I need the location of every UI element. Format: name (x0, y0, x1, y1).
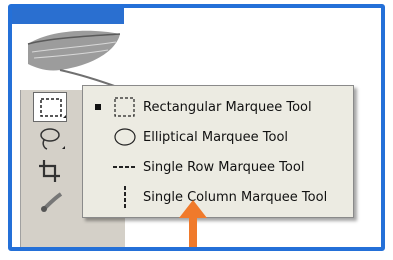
menu-item-label: Elliptical Marquee Tool (143, 129, 289, 145)
elliptical-marquee-icon (111, 125, 139, 149)
single-column-marquee-icon (111, 185, 139, 209)
menu-item-label: Rectangular Marquee Tool (143, 99, 312, 115)
lasso-tool-icon (40, 128, 65, 150)
feather-icon (27, 30, 121, 89)
menu-item-single-row-marquee[interactable]: Single Row Marquee Tool (83, 152, 353, 182)
active-tool-bullet (95, 104, 101, 110)
pointer-arrow-icon (179, 200, 207, 247)
marquee-tool-button[interactable] (33, 92, 67, 122)
tools-panel-edge (12, 24, 20, 247)
menu-item-single-column-marquee[interactable]: Single Column Marquee Tool (83, 182, 353, 212)
menu-item-rectangular-marquee[interactable]: Rectangular Marquee Tool (83, 92, 353, 122)
marquee-tool-icon (40, 98, 66, 118)
feather-logo (20, 24, 124, 90)
brush-tool-button[interactable] (33, 188, 67, 218)
lasso-tool-button[interactable] (33, 124, 67, 154)
menu-item-label: Single Row Marquee Tool (143, 159, 305, 175)
tools-panel-header (12, 8, 124, 24)
rectangular-marquee-icon (111, 95, 139, 119)
marquee-flyout-menu: Rectangular Marquee Tool Elliptical Marq… (82, 85, 354, 218)
brush-tool-icon (41, 192, 63, 212)
crop-tool-button[interactable] (33, 156, 67, 186)
menu-item-label: Single Column Marquee Tool (143, 189, 328, 205)
single-row-marquee-icon (111, 155, 139, 179)
crop-tool-icon (39, 160, 60, 182)
screenshot-frame: Rectangular Marquee Tool Elliptical Marq… (8, 4, 385, 251)
menu-item-elliptical-marquee[interactable]: Elliptical Marquee Tool (83, 122, 353, 152)
